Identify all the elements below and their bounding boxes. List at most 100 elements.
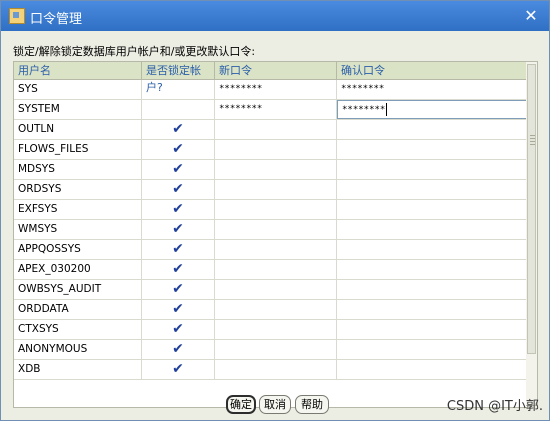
new-password-field[interactable]: [215, 260, 337, 279]
username-cell: WMSYS: [14, 220, 142, 239]
checkmark-icon: ✔: [172, 121, 184, 137]
table-row[interactable]: ORDDATA ✔: [14, 300, 527, 320]
confirm-password-field[interactable]: [337, 300, 527, 319]
new-password-field[interactable]: [215, 360, 337, 379]
username-cell: SYSTEM: [14, 100, 142, 119]
new-password-field[interactable]: [215, 180, 337, 199]
checkmark-icon: ✔: [172, 241, 184, 257]
new-password-field[interactable]: [215, 280, 337, 299]
lock-account-cell[interactable]: ✔: [142, 260, 215, 279]
username-cell: ORDDATA: [14, 300, 142, 319]
grip-line: [530, 141, 535, 142]
lock-account-cell[interactable]: ✔: [142, 300, 215, 319]
scrollbar-thumb[interactable]: [527, 64, 536, 354]
grip-line: [530, 135, 535, 136]
confirm-password-field[interactable]: ********: [337, 100, 527, 119]
vertical-scrollbar[interactable]: [526, 61, 538, 406]
lock-account-cell[interactable]: [142, 80, 215, 99]
instruction-text: 锁定/解除锁定数据库用户帐户和/或更改默认口令:: [13, 45, 256, 58]
username-cell: XDB: [14, 360, 142, 379]
table-row[interactable]: OUTLN ✔: [14, 120, 527, 140]
confirm-password-field[interactable]: [337, 260, 527, 279]
confirm-password-field[interactable]: [337, 280, 527, 299]
confirm-password-field[interactable]: [337, 200, 527, 219]
text-caret: [386, 103, 388, 116]
new-password-field[interactable]: ********: [215, 80, 337, 99]
table-row[interactable]: MDSYS ✔: [14, 160, 527, 180]
confirm-password-field[interactable]: ********: [337, 80, 527, 99]
window-icon: [9, 8, 25, 24]
lock-account-cell[interactable]: ✔: [142, 280, 215, 299]
checkmark-icon: ✔: [172, 341, 184, 357]
table-row[interactable]: ORDSYS ✔: [14, 180, 527, 200]
new-password-field[interactable]: ********: [215, 100, 337, 119]
help-button[interactable]: 帮助: [295, 395, 329, 414]
new-password-field[interactable]: [215, 300, 337, 319]
lock-account-cell[interactable]: ✔: [142, 140, 215, 159]
new-password-field[interactable]: [215, 320, 337, 339]
new-password-field[interactable]: [215, 240, 337, 259]
checkmark-icon: ✔: [172, 141, 184, 157]
table-row[interactable]: FLOWS_FILES ✔: [14, 140, 527, 160]
confirm-password-field[interactable]: [337, 240, 527, 259]
table-row[interactable]: OWBSYS_AUDIT ✔: [14, 280, 527, 300]
checkmark-icon: ✔: [172, 201, 184, 217]
table-row[interactable]: ANONYMOUS ✔: [14, 340, 527, 360]
table-row[interactable]: WMSYS ✔: [14, 220, 527, 240]
confirm-password-field[interactable]: [337, 340, 527, 359]
column-header-locked[interactable]: 是否锁定帐户?: [142, 62, 215, 94]
column-header-new-password[interactable]: 新口令: [215, 62, 337, 79]
table-row[interactable]: XDB ✔: [14, 360, 527, 380]
cancel-button[interactable]: 取消: [259, 395, 291, 414]
lock-account-cell[interactable]: ✔: [142, 340, 215, 359]
user-accounts-table: 用户名 是否锁定帐户? 新口令 确认口令 SYS ******** ********…: [13, 61, 528, 408]
new-password-field[interactable]: [215, 200, 337, 219]
lock-account-cell[interactable]: ✔: [142, 160, 215, 179]
checkmark-icon: ✔: [172, 161, 184, 177]
lock-account-cell[interactable]: ✔: [142, 200, 215, 219]
lock-account-cell[interactable]: ✔: [142, 240, 215, 259]
watermark-text: CSDN @IT小郭.: [446, 399, 543, 414]
checkmark-icon: ✔: [172, 181, 184, 197]
new-password-field[interactable]: [215, 340, 337, 359]
ok-button[interactable]: 确定: [226, 395, 256, 414]
checkmark-icon: ✔: [172, 301, 184, 317]
new-password-field[interactable]: [215, 120, 337, 139]
lock-account-cell[interactable]: ✔: [142, 120, 215, 139]
checkmark-icon: ✔: [172, 221, 184, 237]
confirm-password-field[interactable]: [337, 320, 527, 339]
new-password-field[interactable]: [215, 140, 337, 159]
confirm-password-field[interactable]: [337, 220, 527, 239]
table-row[interactable]: SYS ******** ********: [14, 80, 527, 100]
username-cell: CTXSYS: [14, 320, 142, 339]
column-header-confirm-password[interactable]: 确认口令: [337, 62, 527, 79]
username-cell: OUTLN: [14, 120, 142, 139]
table-row[interactable]: CTXSYS ✔: [14, 320, 527, 340]
lock-account-cell[interactable]: ✔: [142, 180, 215, 199]
confirm-password-field[interactable]: [337, 360, 527, 379]
username-cell: MDSYS: [14, 160, 142, 179]
lock-account-cell[interactable]: [142, 100, 215, 119]
confirm-password-field[interactable]: [337, 180, 527, 199]
confirm-password-value: ********: [342, 105, 386, 115]
new-password-field[interactable]: [215, 160, 337, 179]
lock-account-cell[interactable]: ✔: [142, 320, 215, 339]
table-row[interactable]: SYSTEM ******** ********: [14, 100, 527, 120]
username-cell: OWBSYS_AUDIT: [14, 280, 142, 299]
checkmark-icon: ✔: [172, 321, 184, 337]
checkmark-icon: ✔: [172, 281, 184, 297]
lock-account-cell[interactable]: ✔: [142, 220, 215, 239]
username-cell: ORDSYS: [14, 180, 142, 199]
lock-account-cell[interactable]: ✔: [142, 360, 215, 379]
close-icon[interactable]: ✕: [521, 6, 541, 26]
table-row[interactable]: EXFSYS ✔: [14, 200, 527, 220]
table-row[interactable]: APPQOSSYS ✔: [14, 240, 527, 260]
table-row[interactable]: APEX_030200 ✔: [14, 260, 527, 280]
confirm-password-field[interactable]: [337, 160, 527, 179]
column-header-username[interactable]: 用户名: [14, 62, 142, 79]
confirm-password-field[interactable]: [337, 120, 527, 139]
window-title: 口令管理: [30, 12, 83, 27]
grip-line: [530, 144, 535, 145]
confirm-password-field[interactable]: [337, 140, 527, 159]
new-password-field[interactable]: [215, 220, 337, 239]
